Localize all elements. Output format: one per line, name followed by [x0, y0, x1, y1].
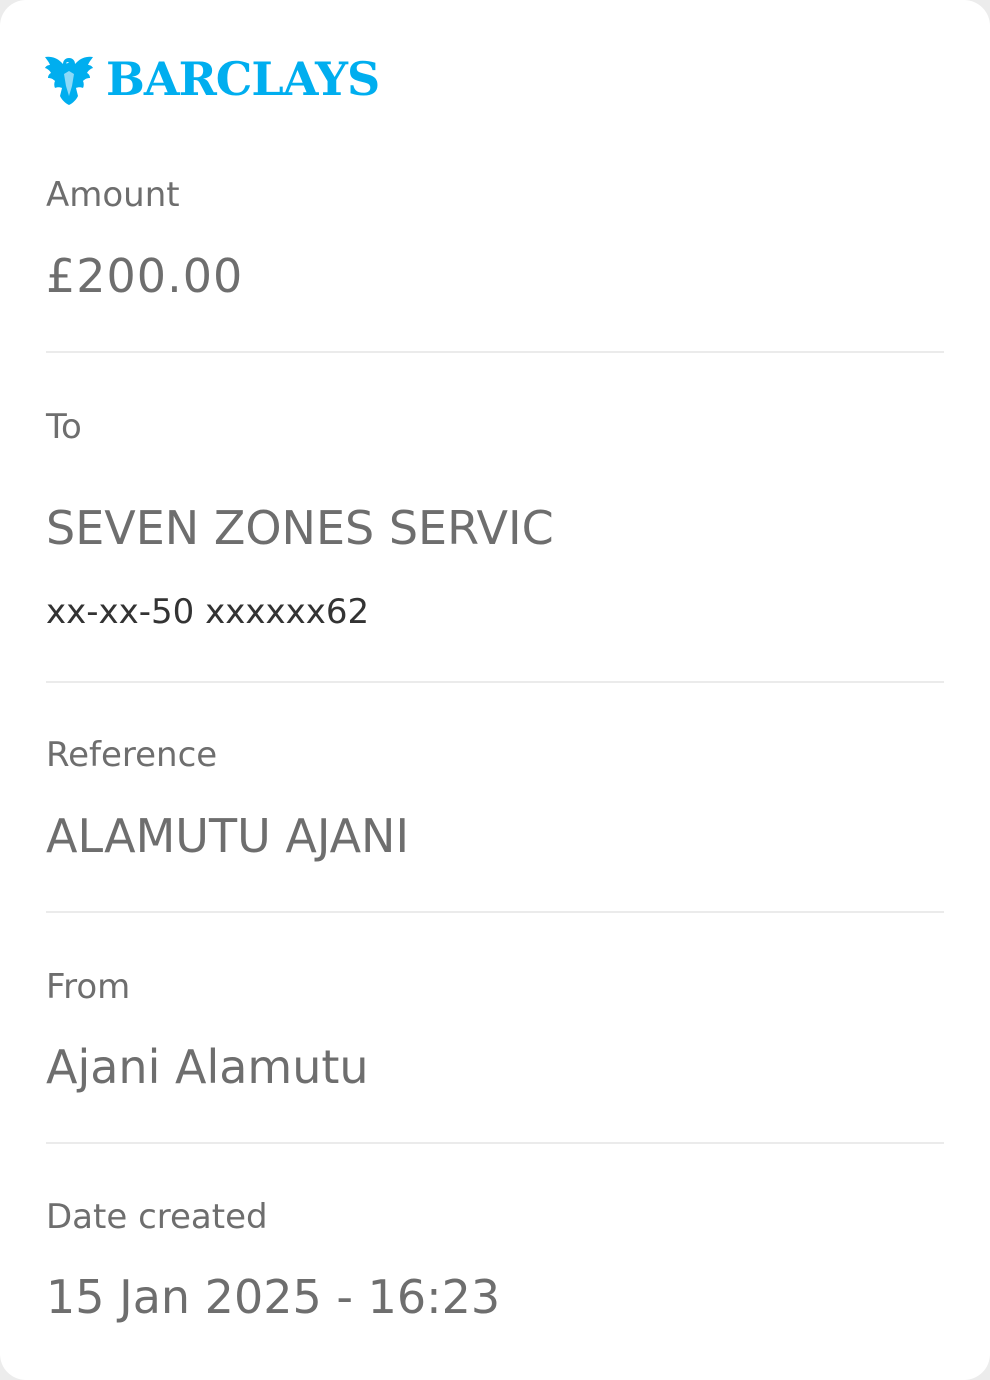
divider [46, 1142, 944, 1144]
brand-name: BARCLAYS [106, 52, 380, 106]
to-label: To [46, 407, 82, 447]
barclays-logo: BARCLAYS [44, 50, 380, 108]
eagle-icon [45, 56, 93, 105]
divider [46, 681, 944, 683]
amount-value: £200.00 [46, 249, 244, 303]
date-created-label: Date created [46, 1197, 268, 1237]
transaction-details-card: BARCLAYS Amount £200.00 To SEVEN ZONES S… [0, 0, 990, 1380]
to-account-number: xx-xx-50 xxxxxx62 [46, 592, 370, 632]
from-value: Ajani Alamutu [46, 1040, 369, 1094]
divider [46, 911, 944, 913]
amount-label: Amount [46, 175, 180, 215]
date-created-value: 15 Jan 2025 - 16:23 [46, 1270, 501, 1324]
reference-value: ALAMUTU AJANI [46, 809, 410, 863]
reference-label: Reference [46, 735, 218, 775]
to-value: SEVEN ZONES SERVIC [46, 501, 554, 555]
divider [46, 351, 944, 353]
from-label: From [46, 967, 131, 1007]
